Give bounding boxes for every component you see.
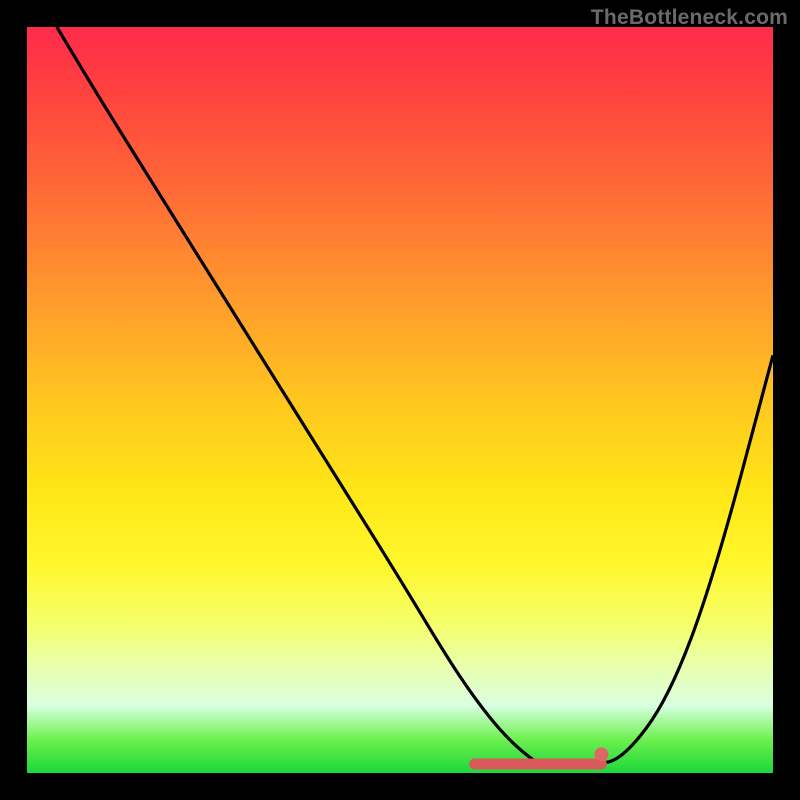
marker-dot (594, 747, 608, 761)
watermark-text: TheBottleneck.com (591, 6, 788, 30)
chart-svg (27, 27, 773, 773)
chart-plot-area (27, 27, 773, 773)
bottleneck-curve (57, 27, 773, 767)
